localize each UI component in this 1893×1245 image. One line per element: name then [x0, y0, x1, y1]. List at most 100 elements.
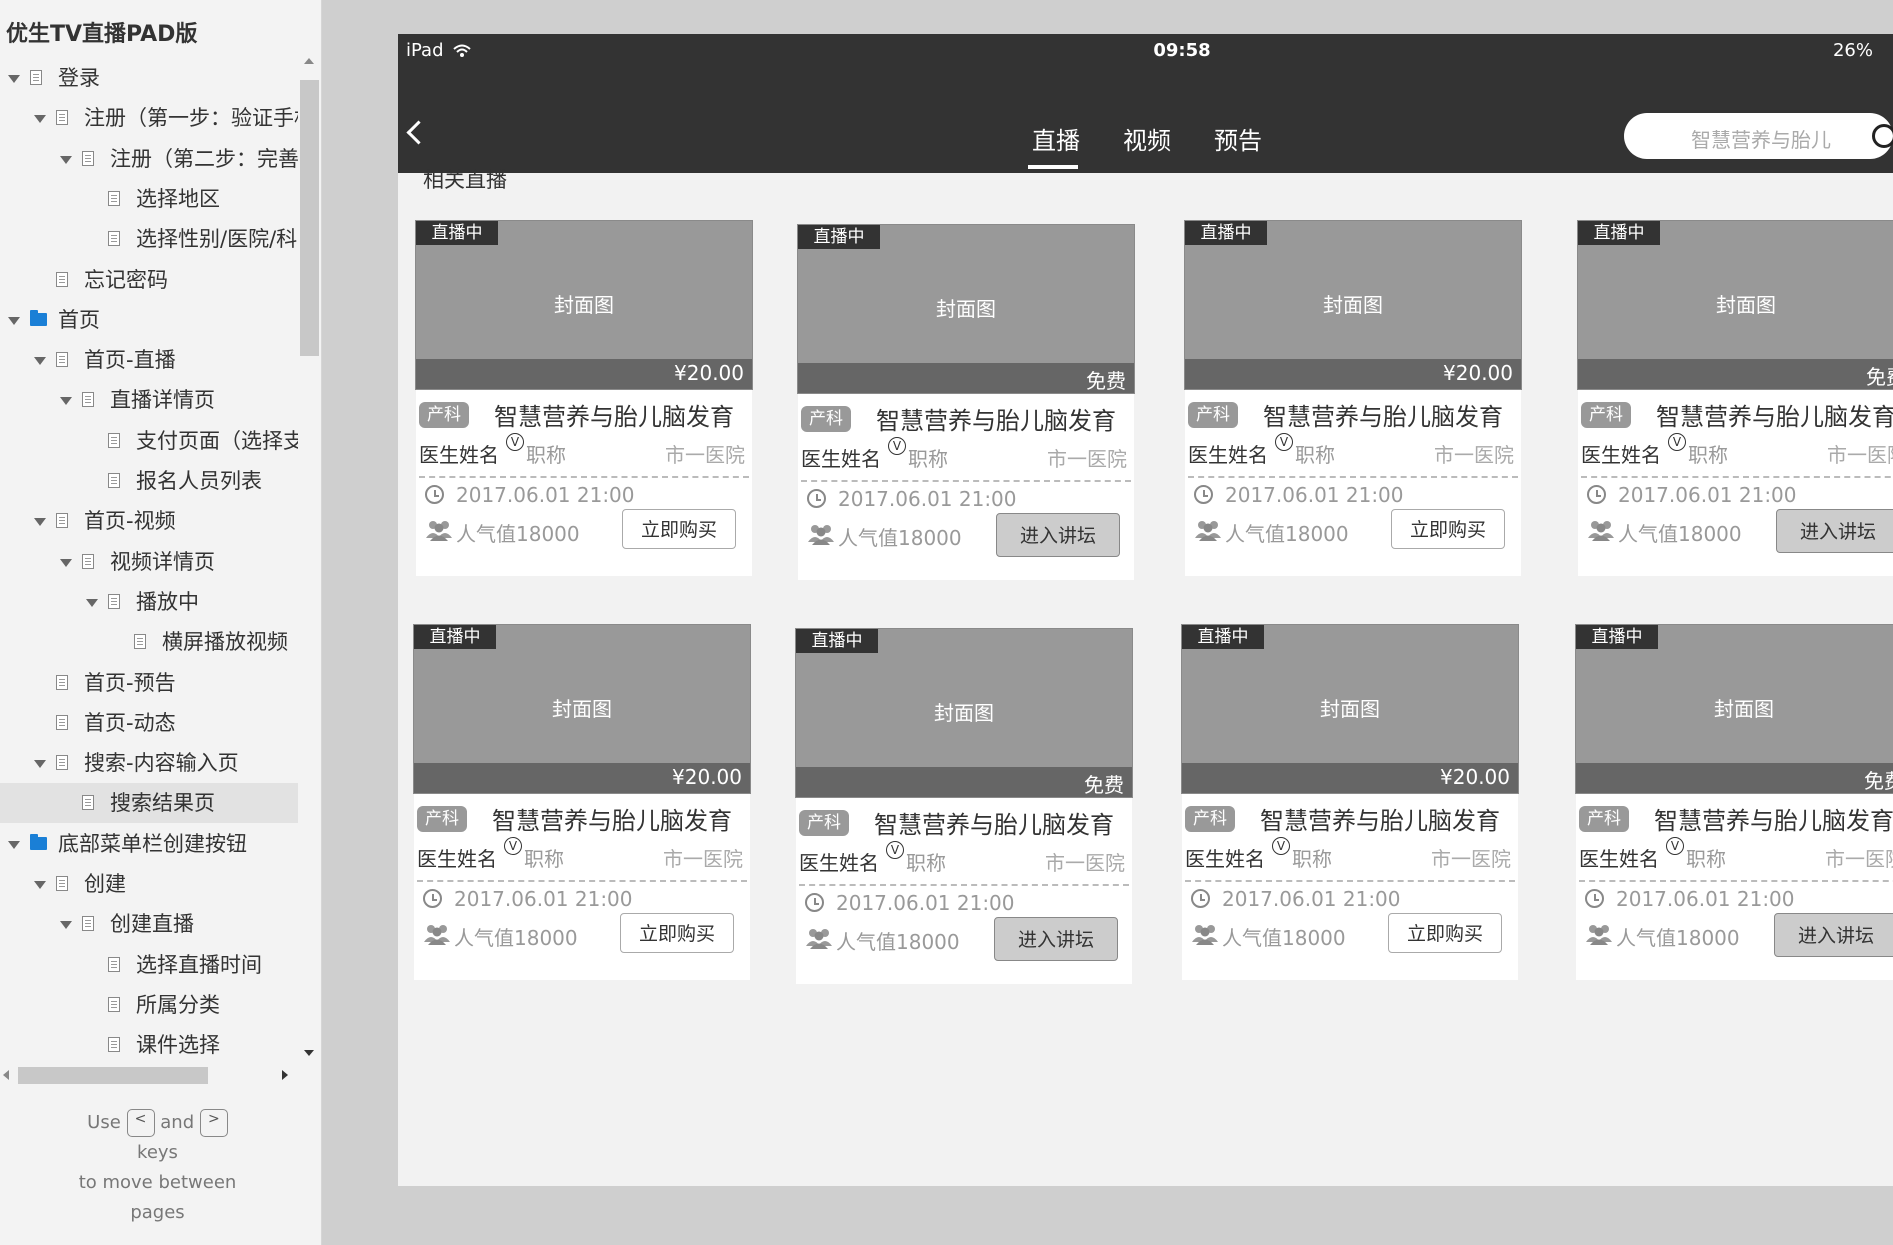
tree-item[interactable]: 所属分类	[0, 985, 298, 1025]
popularity-count: 人气值18000	[1616, 926, 1740, 950]
card-title[interactable]: 智慧营养与胎儿脑发育	[874, 805, 1124, 840]
page-icon	[108, 956, 120, 972]
clock-icon	[1587, 485, 1606, 504]
tree-item[interactable]: 播放中	[0, 582, 298, 622]
live-card[interactable]: 直播中封面图免费产科智慧营养与胎儿脑发育医生姓名 V职称 市一医院 2017.06.0…	[797, 224, 1135, 580]
hospital-name: 市一医院	[1434, 443, 1514, 467]
cover-image[interactable]: 直播中 封面图 ¥20.00	[413, 624, 751, 794]
tree-item[interactable]: 首页-预告	[0, 663, 298, 703]
category-tag: 产科	[799, 810, 849, 836]
tree-item[interactable]: 报名人员列表	[0, 461, 298, 501]
buy-now-button[interactable]: 立即购买	[622, 509, 736, 549]
expand-caret-icon[interactable]	[34, 518, 46, 527]
back-arrow-icon[interactable]	[406, 120, 431, 145]
tree-item[interactable]: 首页-视频	[0, 501, 298, 541]
enter-forum-button[interactable]: 进入讲坛	[996, 513, 1120, 557]
popularity-count: 人气值18000	[1618, 522, 1742, 546]
buy-now-button[interactable]: 立即购买	[1391, 509, 1505, 549]
card-title[interactable]: 智慧营养与胎儿脑发育	[1260, 801, 1510, 836]
tree-item[interactable]: 忘记密码	[0, 260, 298, 300]
tab-preview[interactable]: 预告	[1214, 121, 1262, 156]
scroll-up-arrow-icon[interactable]	[304, 58, 314, 64]
doctor-title: 职称	[906, 851, 946, 875]
expand-caret-icon[interactable]	[34, 760, 46, 769]
tree-item[interactable]: 横屏播放视频	[0, 622, 298, 662]
live-card[interactable]: 直播中封面图免费产科智慧营养与胎儿脑发育医生姓名 V职称 市一医院 2017.06.0…	[1575, 624, 1893, 980]
cover-image[interactable]: 直播中 封面图 ¥20.00	[1181, 624, 1519, 794]
live-card[interactable]: 直播中封面图免费产科智慧营养与胎儿脑发育医生姓名 V职称 市一医院 2017.06.0…	[1577, 220, 1893, 576]
scroll-left-arrow-icon[interactable]	[3, 1070, 9, 1080]
tab-live[interactable]: 直播	[1032, 121, 1080, 156]
live-card[interactable]: 直播中封面图免费产科智慧营养与胎儿脑发育医生姓名 V职称 市一医院 2017.06.0…	[795, 628, 1133, 984]
enter-forum-button[interactable]: 进入讲坛	[1774, 913, 1893, 957]
cover-image[interactable]: 直播中封面图免费	[797, 224, 1135, 394]
live-card[interactable]: 直播中 封面图 ¥20.00 产科 智慧营养与胎儿脑发育 医生姓名 V 职称 市一医院 2017.…	[1181, 624, 1519, 980]
expand-caret-icon[interactable]	[60, 558, 72, 567]
cover-image[interactable]: 直播中封面图免费	[1575, 624, 1893, 794]
scroll-right-arrow-icon[interactable]	[282, 1070, 288, 1080]
expand-caret-icon[interactable]	[34, 881, 46, 889]
cover-image[interactable]: 直播中 封面图 ¥20.00	[415, 220, 753, 390]
tree-item[interactable]: 选择地区	[0, 179, 298, 219]
tree-item-label: 所属分类	[136, 992, 220, 1017]
expand-caret-icon[interactable]	[34, 115, 46, 124]
tree-item[interactable]: 首页	[0, 300, 298, 340]
cover-image[interactable]: 直播中封面图免费	[1577, 220, 1893, 390]
live-card[interactable]: 直播中 封面图 ¥20.00 产科 智慧营养与胎儿脑发育 医生姓名 V 职称 市一医院 2017.…	[413, 624, 751, 980]
horizontal-scroll-thumb[interactable]	[18, 1067, 208, 1084]
vertical-scroll-thumb[interactable]	[300, 80, 319, 356]
tree-item[interactable]: 搜索-内容输入页	[0, 743, 298, 783]
page-icon	[56, 513, 68, 529]
card-title[interactable]: 智慧营养与胎儿脑发育	[1654, 801, 1893, 836]
tree-item[interactable]: 首页-动态	[0, 703, 298, 743]
cover-image[interactable]: 直播中 封面图 ¥20.00	[1184, 220, 1522, 390]
doctor-title: 职称	[1688, 443, 1728, 467]
expand-caret-icon[interactable]	[60, 155, 72, 164]
tree-item[interactable]: 搜索结果页	[0, 783, 298, 824]
tree-item[interactable]: 注册（第一步：验证手机	[0, 98, 298, 138]
buy-now-button[interactable]: 立即购买	[620, 913, 734, 953]
live-card[interactable]: 直播中 封面图 ¥20.00 产科 智慧营养与胎儿脑发育 医生姓名 V 职称 市一医院 2017.…	[415, 220, 753, 576]
clock-icon	[1194, 485, 1213, 504]
expand-caret-icon[interactable]	[60, 397, 72, 406]
expand-caret-icon[interactable]	[8, 840, 20, 849]
expand-caret-icon[interactable]	[34, 357, 46, 366]
card-title[interactable]: 智慧营养与胎儿脑发育	[876, 401, 1126, 436]
expand-caret-icon[interactable]	[86, 598, 98, 607]
tree-item[interactable]: 创建直播	[0, 904, 298, 944]
tree-vertical-scrollbar[interactable]	[298, 58, 321, 1064]
tree-item[interactable]: 选择性别/医院/科室	[0, 219, 298, 259]
card-title[interactable]: 智慧营养与胎儿脑发育	[494, 397, 744, 432]
doctor-title: 职称	[1295, 443, 1335, 467]
people-icon	[1195, 521, 1221, 541]
card-title[interactable]: 智慧营养与胎儿脑发育	[492, 801, 742, 836]
tree-item[interactable]: 首页-直播	[0, 340, 298, 380]
search-icon[interactable]	[1872, 124, 1893, 148]
tree-item[interactable]: 选择直播时间	[0, 945, 298, 985]
tree-item[interactable]: 登录	[0, 58, 298, 98]
enter-forum-button[interactable]: 进入讲坛	[994, 917, 1118, 961]
enter-forum-button[interactable]: 进入讲坛	[1776, 509, 1893, 553]
sitemap-panel: 优生TV直播PAD版 登录注册（第一步：验证手机注册（第二步：完善资料选择地区选…	[0, 0, 322, 1245]
tree-item[interactable]: 直播详情页	[0, 380, 298, 420]
tree-item[interactable]: 注册（第二步：完善资料	[0, 139, 298, 179]
tree-item[interactable]: 视频详情页	[0, 542, 298, 582]
category-tag: 产科	[1188, 402, 1238, 428]
live-badge: 直播中	[1182, 625, 1264, 649]
tree-item[interactable]: 课件选择	[0, 1025, 298, 1064]
card-title[interactable]: 智慧营养与胎儿脑发育	[1656, 397, 1893, 432]
buy-now-button[interactable]: 立即购买	[1388, 913, 1502, 953]
tab-video[interactable]: 视频	[1123, 121, 1171, 156]
tree-item[interactable]: 支付页面（选择支付	[0, 421, 298, 461]
tree-item[interactable]: 创建	[0, 864, 298, 904]
scroll-down-arrow-icon[interactable]	[304, 1050, 314, 1056]
tree-item[interactable]: 底部菜单栏创建按钮	[0, 824, 298, 864]
expand-caret-icon[interactable]	[8, 75, 20, 83]
search-input[interactable]: 智慧营养与胎儿	[1624, 113, 1893, 159]
live-card[interactable]: 直播中 封面图 ¥20.00 产科 智慧营养与胎儿脑发育 医生姓名 V 职称 市一医院 2017.…	[1184, 220, 1522, 576]
cover-image[interactable]: 直播中封面图免费	[795, 628, 1133, 798]
tree-horizontal-scrollbar[interactable]	[0, 1064, 298, 1087]
expand-caret-icon[interactable]	[8, 316, 20, 325]
card-title[interactable]: 智慧营养与胎儿脑发育	[1263, 397, 1513, 432]
expand-caret-icon[interactable]	[60, 921, 72, 930]
